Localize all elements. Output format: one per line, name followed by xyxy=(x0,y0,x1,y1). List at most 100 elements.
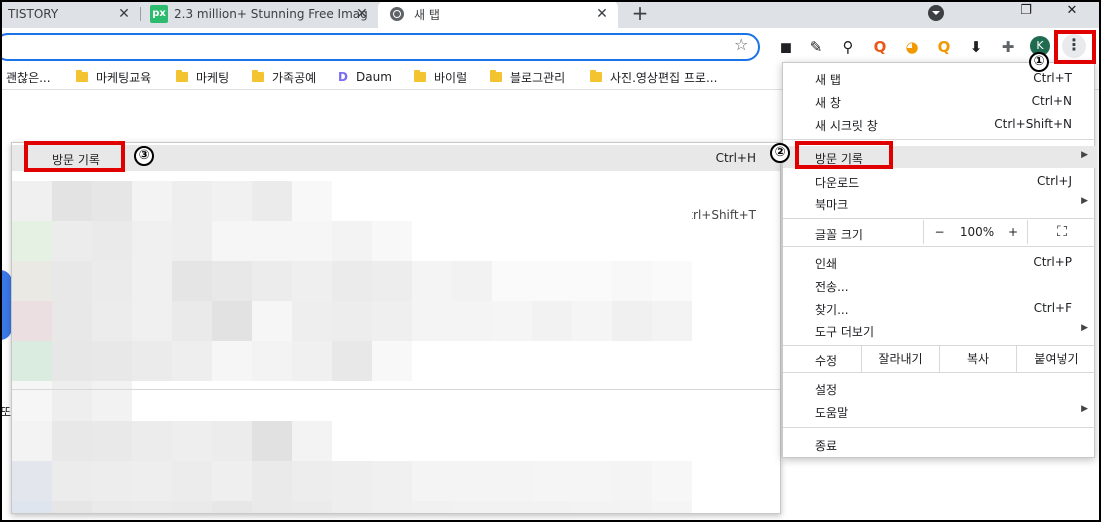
ext-q1-icon[interactable]: Q xyxy=(870,37,890,57)
tab-close-icon[interactable]: ✕ xyxy=(354,6,370,22)
menu-item-cast[interactable]: 전송... xyxy=(783,274,1096,296)
menu-item-settings[interactable]: 설정 xyxy=(783,377,1096,399)
menu-item-new-tab[interactable]: 새 탭 Ctrl+T xyxy=(783,67,1096,89)
menu-item-incognito[interactable]: 새 시크릿 창 Ctrl+Shift+N xyxy=(783,113,1096,135)
history-shortcut: Ctrl+H xyxy=(715,151,756,165)
bookmark-star-icon[interactable]: ☆ xyxy=(734,35,748,54)
history-entry[interactable] xyxy=(12,301,692,341)
tab-pexels[interactable]: px 2.3 million+ Stunning Free Imag ✕ xyxy=(142,0,378,28)
menu-label: 인쇄 xyxy=(815,257,838,271)
blurred-cell xyxy=(532,461,572,501)
history-entry[interactable] xyxy=(12,381,692,421)
menu-item-exit[interactable]: 종료 xyxy=(783,433,1096,455)
ext-magnifier-icon[interactable]: ⚲ xyxy=(838,37,858,57)
pexels-favicon-icon: px xyxy=(150,5,168,23)
history-entry[interactable] xyxy=(12,261,692,301)
menu-label: 방문 기록 xyxy=(815,152,863,166)
tab-new-tab[interactable]: 새 탭 ✕ xyxy=(378,0,618,28)
ext-glasses-icon[interactable]: ◼ xyxy=(776,37,796,57)
bookmark-folder[interactable]: 블로그관리 xyxy=(490,68,565,86)
blurred-cell xyxy=(612,261,652,301)
menu-item-new-window[interactable]: 새 창 Ctrl+N xyxy=(783,90,1096,112)
menu-item-downloads[interactable]: 다운로드 Ctrl+J xyxy=(783,170,1096,192)
edit-label: 수정 xyxy=(815,354,838,368)
menu-shortcut: Ctrl+J xyxy=(1037,174,1072,188)
bookmark-folder[interactable]: 사진.영상편집 프로... xyxy=(590,68,717,86)
history-entry[interactable] xyxy=(12,341,692,381)
tab-close-icon[interactable]: ✕ xyxy=(116,6,132,22)
menu-divider xyxy=(783,427,1096,428)
history-entry[interactable] xyxy=(12,221,692,261)
new-tab-button[interactable]: + xyxy=(628,2,652,26)
tab-search-icon[interactable] xyxy=(928,5,944,21)
bookmark-folder[interactable]: 가족공예 xyxy=(252,68,316,86)
blurred-cell xyxy=(12,421,52,461)
tab-tistory[interactable]: TISTORY ✕ xyxy=(0,0,140,28)
paste-button[interactable]: 붙여넣기 xyxy=(1016,346,1096,372)
bookmark-folder[interactable]: 바이럴 xyxy=(414,68,467,86)
blurred-cell xyxy=(572,341,612,381)
ext-puzzle-icon[interactable]: ✚ xyxy=(998,37,1018,57)
blurred-cell xyxy=(412,221,452,261)
cut-button[interactable]: 잘라내기 xyxy=(861,346,939,372)
blurred-cell xyxy=(572,301,612,341)
page-text-fragment: 또 xyxy=(0,405,12,419)
blurred-cell xyxy=(52,261,92,301)
blurred-cell xyxy=(52,341,92,381)
ext-pen-icon[interactable]: ✎ xyxy=(806,37,826,57)
ext-download-icon[interactable]: ⬇ xyxy=(966,37,986,57)
ext-q3-icon[interactable]: Q xyxy=(934,37,954,57)
history-entry[interactable] xyxy=(12,501,692,513)
menu-label: 다운로드 xyxy=(815,176,860,190)
history-entry[interactable] xyxy=(12,461,692,501)
blurred-cell xyxy=(212,381,252,421)
menu-item-help[interactable]: 도움말 ▶ xyxy=(783,400,1096,422)
bookmark-folder[interactable]: 마케팅교육 xyxy=(76,68,151,86)
blurred-cell xyxy=(372,301,412,341)
fullscreen-icon[interactable]: ⛶ xyxy=(1027,220,1096,244)
chrome-menu-button[interactable]: ⋮ xyxy=(1062,34,1086,58)
blurred-cell xyxy=(212,461,252,501)
ext-q2-icon[interactable]: ◕ xyxy=(902,37,922,57)
menu-item-more-tools[interactable]: 도구 더보기 ▶ xyxy=(783,319,1096,341)
blurred-cell xyxy=(532,421,572,461)
blurred-cell xyxy=(292,381,332,421)
close-window-button[interactable]: ✕ xyxy=(1052,0,1092,24)
blurred-cell xyxy=(52,381,92,421)
zoom-row: 글꼴 크기 − 100% + ⛶ xyxy=(783,220,1096,244)
bookmark-label: 마케팅 xyxy=(196,70,230,85)
blurred-cell xyxy=(492,301,532,341)
copy-button[interactable]: 복사 xyxy=(939,346,1016,372)
menu-item-history[interactable]: 방문 기록 ▶ xyxy=(783,146,1096,168)
history-entry[interactable] xyxy=(12,421,692,461)
bookmark-folder[interactable]: 마케팅 xyxy=(176,68,229,86)
blurred-cell xyxy=(292,221,332,261)
blurred-cell xyxy=(572,461,612,501)
bookmark-item[interactable]: 괜찮은... xyxy=(6,68,51,86)
tab-close-icon[interactable]: ✕ xyxy=(594,6,610,22)
blurred-cell xyxy=(652,421,692,461)
history-menu-item[interactable]: 방문 기록 Ctrl+H xyxy=(12,145,780,171)
restore-window-button[interactable]: ❐ xyxy=(1006,0,1046,24)
zoom-in-button[interactable]: + xyxy=(999,220,1027,244)
history-entry[interactable] xyxy=(12,181,692,221)
menu-item-find[interactable]: 찾기... Ctrl+F xyxy=(783,297,1096,319)
submenu-divider xyxy=(12,389,780,390)
blurred-cell xyxy=(52,461,92,501)
blurred-cell xyxy=(252,501,292,513)
blurred-cell xyxy=(612,381,652,421)
blurred-cell xyxy=(452,261,492,301)
bookmark-item[interactable]: D Daum xyxy=(338,68,392,86)
menu-item-print[interactable]: 인쇄 Ctrl+P xyxy=(783,251,1096,273)
blurred-cell xyxy=(572,381,612,421)
blurred-cell xyxy=(412,181,452,221)
zoom-out-button[interactable]: − xyxy=(923,220,955,244)
menu-divider xyxy=(783,139,1096,140)
blurred-cell xyxy=(612,341,652,381)
menu-item-bookmarks[interactable]: 북마크 ▶ xyxy=(783,192,1096,214)
address-bar[interactable] xyxy=(0,33,760,61)
bookmark-label: 괜찮은... xyxy=(6,70,51,85)
blurred-cell xyxy=(12,221,52,261)
blurred-cell xyxy=(572,181,612,221)
blurred-cell xyxy=(332,221,372,261)
